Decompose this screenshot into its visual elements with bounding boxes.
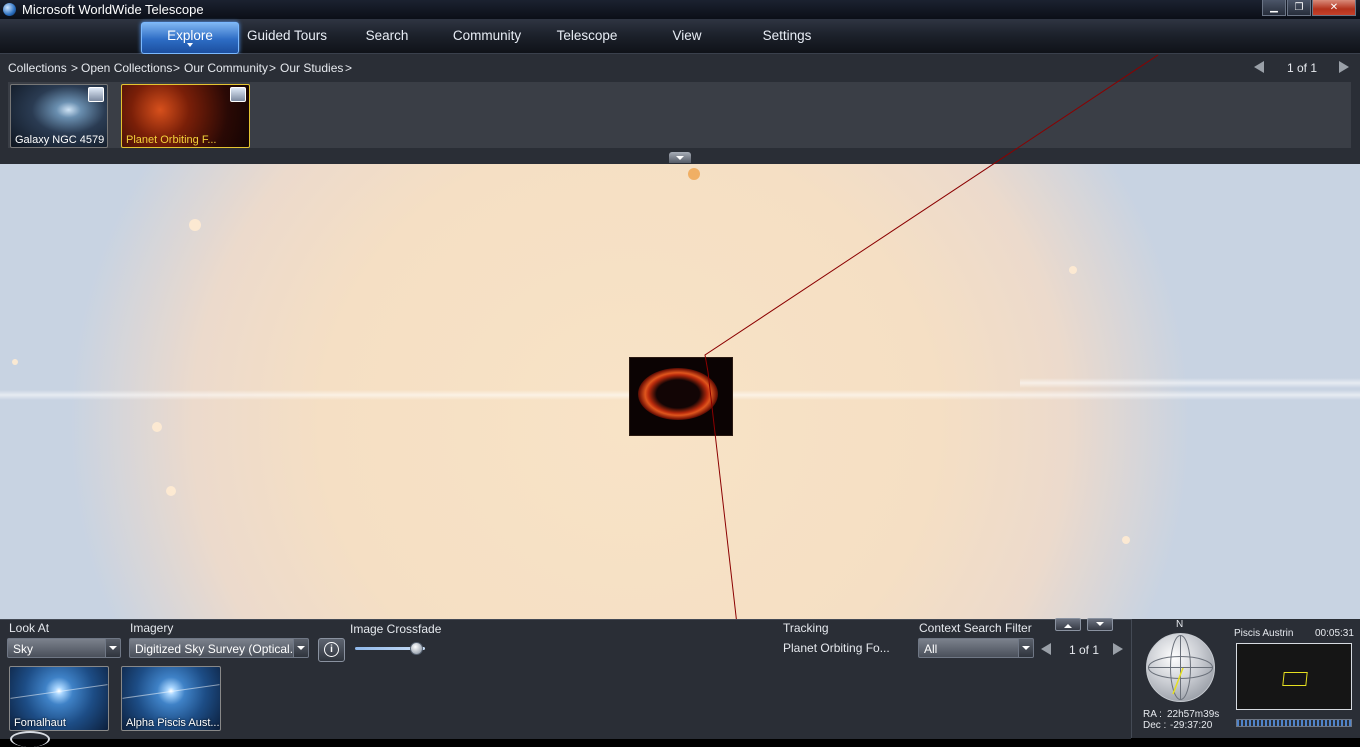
collection-prev-page-button[interactable] [1254,61,1264,73]
look-at-value: Sky [13,642,34,656]
clock-time: 00:05:31 [1315,628,1354,639]
context-result-alpha-piscis[interactable]: Alpha Piscis Aust... [121,666,221,731]
menu-guided-tours[interactable]: Guided Tours [237,19,337,53]
round-control-button[interactable] [10,731,50,747]
star [189,219,201,231]
thumbnail-planet-orbiting[interactable]: Planet Orbiting F... [121,84,250,148]
time-progress-bar[interactable] [1236,719,1352,727]
window-title: Microsoft WorldWide Telescope [22,2,204,17]
context-filter-value: All [924,642,938,656]
menu-telescope[interactable]: Telescope [537,19,637,53]
star [152,422,162,432]
north-label: N [1176,619,1184,630]
context-page-indicator: 1 of 1 [1069,643,1100,657]
star [166,486,176,496]
dust-ring-graphic [638,368,718,420]
context-search-filter-label: Context Search Filter [919,621,1032,635]
context-next-page-button[interactable] [1113,643,1123,655]
menu-settings[interactable]: Settings [737,19,837,53]
sky-viewer[interactable] [0,164,1360,619]
breadcrumb-our-community[interactable]: Our Community [184,61,268,75]
app-logo-icon [3,3,16,16]
breadcrumb-separator: > [173,61,181,75]
thumbnail-label: Planet Orbiting F... [126,134,217,146]
imagery-value: Digitized Sky Survey (Optical... [135,642,300,656]
thumbnail-area: Galaxy NGC 4579 Planet Orbiting F... [8,82,1351,148]
collection-page-indicator: 1 of 1 [1287,61,1318,75]
maximize-button[interactable]: ❐ [1287,0,1311,16]
star [1122,536,1130,544]
globe-grid-icon [1148,635,1213,700]
star-flare-graphic [10,684,108,699]
breadcrumb-open-collections[interactable]: Open Collections [81,61,172,75]
constellation-name: Piscis Austrin [1234,628,1294,639]
crossfade-slider-thumb[interactable] [409,642,423,655]
menu-explore[interactable]: Explore [141,22,239,54]
context-result-label: Alpha Piscis Aust... [126,717,220,729]
title-bar: Microsoft WorldWide Telescope ▁ ❐ ✕ [0,0,1360,19]
imagery-label: Imagery [130,621,174,635]
minimize-button[interactable]: ▁ [1262,0,1286,16]
star [688,168,700,180]
context-filter-dropdown[interactable]: All [918,638,1034,658]
image-crossfade-label: Image Crossfade [350,622,442,636]
main-menu-bar: Explore Guided Tours Search Community Te… [0,19,1360,54]
orientation-globe[interactable] [1146,633,1215,702]
menu-search[interactable]: Search [337,19,437,53]
collection-next-page-button[interactable] [1339,61,1349,73]
info-icon: i [324,642,339,657]
image-icon [88,87,104,102]
view-frame-indicator [1282,672,1308,686]
sky-stripe [1020,378,1360,388]
menu-view[interactable]: View [637,19,737,53]
star [12,359,18,365]
ra-label: RA : [1143,709,1162,720]
ra-value: 22h57m39s [1167,709,1220,720]
thumbnail-galaxy-ngc-4579[interactable]: Galaxy NGC 4579 [10,84,108,148]
image-icon [230,87,246,102]
collapse-strip-button[interactable] [669,152,691,163]
tracking-value: Planet Orbiting Fo... [783,641,890,655]
chevron-down-icon [293,639,308,657]
imagery-info-button[interactable]: i [318,638,345,662]
window-controls: ▁ ❐ ✕ [1262,0,1356,16]
dec-value: -29:37:20 [1170,720,1213,731]
context-scroll-down-button[interactable] [1087,618,1113,631]
context-prev-page-button[interactable] [1041,643,1051,655]
context-result-fomalhaut[interactable]: Fomalhaut [9,666,109,731]
menu-community[interactable]: Community [437,19,537,53]
thumbnail-label: Galaxy NGC 4579 [15,134,105,146]
planet-orbiting-fomalhaut-image[interactable] [629,357,733,436]
chevron-down-icon [105,639,120,657]
chevron-down-icon [1018,639,1033,657]
breadcrumb-separator: > [71,61,79,75]
context-result-label: Fomalhaut [14,717,66,729]
constellation-mini-map[interactable] [1236,643,1352,710]
breadcrumb-separator: > [269,61,277,75]
look-at-label: Look At [9,621,50,635]
dec-label: Dec : [1143,720,1167,731]
star-flare-graphic [122,684,220,699]
breadcrumb-our-studies[interactable]: Our Studies [280,61,343,75]
imagery-dropdown[interactable]: Digitized Sky Survey (Optical... [129,638,309,658]
close-button[interactable]: ✕ [1312,0,1356,16]
context-scroll-up-button[interactable] [1055,618,1081,631]
breadcrumb-collections[interactable]: Collections [8,61,67,75]
breadcrumb-separator: > [345,61,353,75]
look-at-dropdown[interactable]: Sky [7,638,121,658]
star [1069,266,1077,274]
breadcrumb: Collections > Open Collections > Our Com… [0,54,1360,82]
tracking-label: Tracking [783,621,829,635]
